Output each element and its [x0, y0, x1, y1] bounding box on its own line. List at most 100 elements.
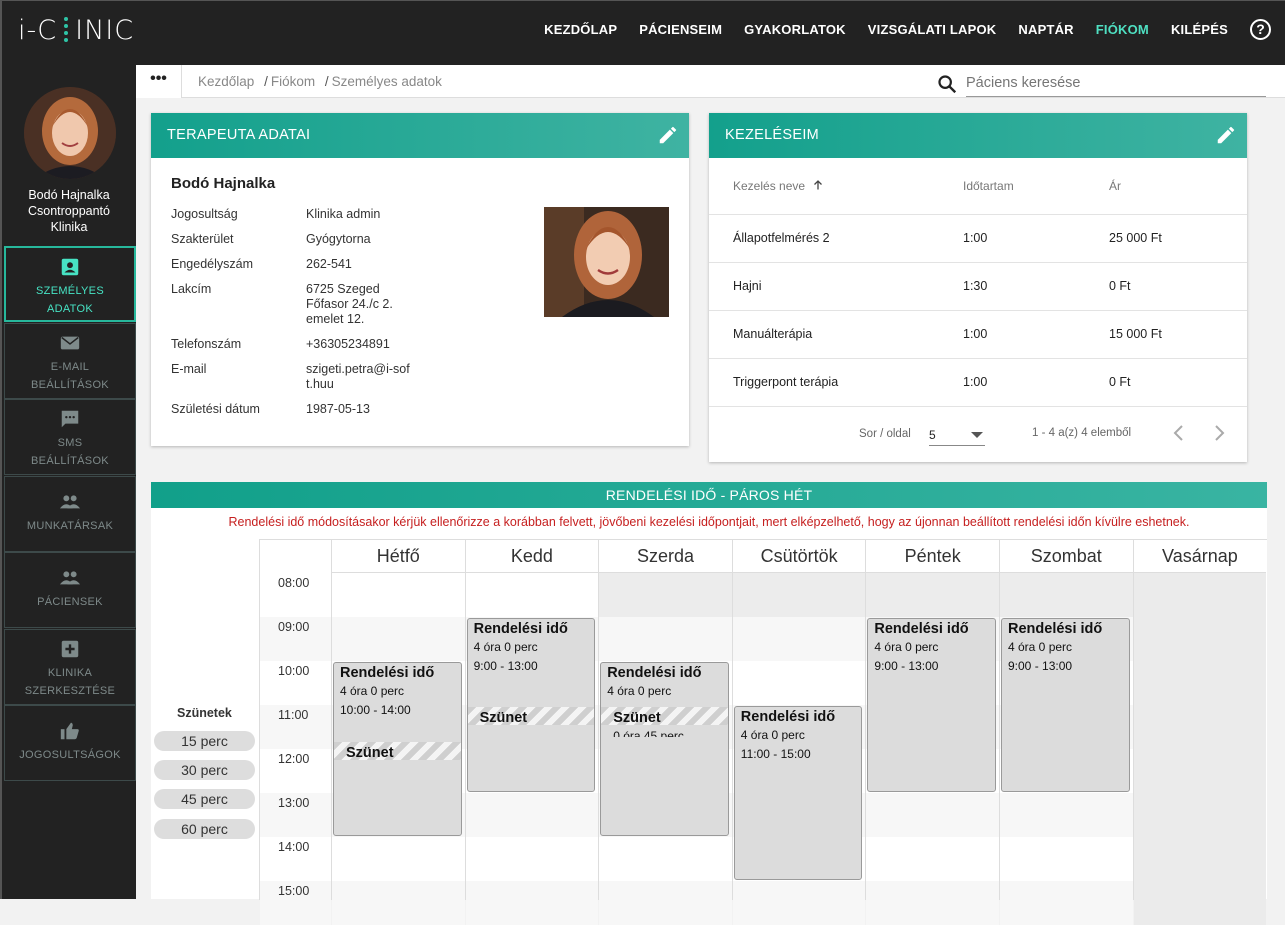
- opening-hours-block[interactable]: Rendelési idő 4 óra 0 perc 10:00 - 14:00 Sz…: [333, 662, 462, 836]
- breadcrumb-kezdolap[interactable]: Kezdőlap: [198, 74, 254, 89]
- break-title: Szünet: [479, 710, 528, 725]
- edit-icon[interactable]: [657, 124, 679, 146]
- nav-naptar[interactable]: NAPTÁR: [1018, 22, 1073, 37]
- block-duration: 4 óra 0 perc: [607, 684, 672, 698]
- edit-icon[interactable]: [1215, 124, 1237, 146]
- help-icon[interactable]: ?: [1250, 19, 1271, 40]
- opening-hours-block[interactable]: Rendelési idő 4 óra 0 perc 9:00 - 13:00: [1001, 618, 1130, 792]
- sidebar-item-klinika-szerkesztese[interactable]: KLINIKA SZERKESZTÉSE: [4, 629, 136, 705]
- rows-per-page-select[interactable]: 5: [929, 424, 985, 446]
- table-row[interactable]: Triggerpont terápia 1:00 0 Ft: [709, 358, 1247, 407]
- nav-kezdolap[interactable]: KEZDŐLAP: [544, 22, 617, 37]
- opening-hours-block[interactable]: Rendelési idő 4 óra 0 perc 9:00 - 13:00 Szü…: [466, 618, 596, 792]
- more-menu-button[interactable]: •••: [136, 65, 182, 98]
- break-pill-15[interactable]: 15 perc: [154, 731, 255, 751]
- block-title: Rendelési idő: [340, 665, 435, 681]
- sidebar-clinic-line2: Klinika: [50, 220, 88, 234]
- column-header-kezeles-neve[interactable]: Kezelés neve: [709, 158, 963, 215]
- time-label: 12:00: [278, 752, 310, 766]
- time-label: 08:00: [278, 576, 310, 590]
- block-duration: 4 óra 0 perc: [1008, 640, 1073, 654]
- break-title: Szünet: [346, 745, 394, 761]
- column-header-ar[interactable]: Ár: [1109, 158, 1247, 215]
- nav-pacienseim[interactable]: PÁCIENSEIM: [639, 22, 722, 37]
- schedule-panel: RENDELÉSI IDŐ - PÁROS HÉT Rendelési idő …: [151, 482, 1267, 925]
- block-hours: 9:00 - 13:00: [473, 659, 538, 673]
- time-label: 10:00: [278, 664, 310, 678]
- therapist-card: TERAPEUTA ADATAI Bodó Hajnalka Jogosults…: [151, 113, 689, 446]
- logo-dots-icon: [59, 15, 73, 45]
- block-title: Rendelési idő: [874, 621, 969, 637]
- search-input[interactable]: [966, 69, 1266, 97]
- breadcrumb: Kezdőlap / Fiókom / Személyes adatok: [198, 74, 442, 89]
- mail-icon: [60, 336, 80, 350]
- chevron-down-icon: [971, 432, 983, 438]
- therapist-card-title: TERAPEUTA ADATAI: [167, 127, 311, 143]
- break-pill-45[interactable]: 45 perc: [154, 789, 255, 809]
- column-header-idotartam[interactable]: Időtartam: [963, 158, 1109, 215]
- sms-icon: [61, 410, 79, 428]
- therapist-photo: [544, 207, 669, 317]
- block-hours: 9:00 - 13:00: [1008, 659, 1073, 673]
- sidebar-item-email-beallitasok[interactable]: E-MAIL BEÁLLÍTÁSOK: [4, 323, 136, 399]
- treatments-table: Kezelés neve Időtartam Ár Állapotfelméré…: [709, 158, 1247, 407]
- rows-per-page-label: Sor / oldal: [859, 428, 911, 440]
- break-block[interactable]: Szünet: [467, 707, 595, 725]
- schedule-warning: Rendelési idő módosításakor kérjük ellen…: [228, 515, 1190, 529]
- block-hours: 11:00 - 15:00: [740, 747, 811, 761]
- table-row[interactable]: Manuálterápia 1:00 15 000 Ft: [709, 310, 1247, 359]
- block-title: Rendelési idő: [607, 665, 702, 681]
- block-duration: 4 óra 0 perc: [740, 728, 805, 742]
- table-row[interactable]: Állapotfelmérés 2 1:00 25 000 Ft: [709, 214, 1247, 263]
- block-duration: 4 óra 0 perc: [473, 640, 538, 654]
- break-block[interactable]: Szünet 0 óra 45 perc: [601, 707, 728, 737]
- day-header: Csütörtök: [732, 540, 866, 573]
- weekly-calendar: 08:00 09:00 10:00 11:00 12:00 13:00 14:00 15:00…: [259, 539, 1267, 925]
- sidebar-item-paciensek[interactable]: PÁCIENSEK: [4, 552, 136, 628]
- table-header-row: Kezelés neve Időtartam Ár: [709, 158, 1247, 215]
- chevron-left-icon[interactable]: [1171, 423, 1187, 443]
- app-logo[interactable]: i-C INIC: [18, 13, 134, 47]
- block-title: Rendelési idő: [1008, 621, 1103, 637]
- sidebar-item-munkatarsak[interactable]: MUNKATÁRSAK: [4, 476, 136, 552]
- opening-hours-block[interactable]: Rendelési idő 4 óra 0 perc Szünet 0 óra 45 …: [600, 662, 729, 836]
- table-row[interactable]: Hajni 1:30 0 Ft: [709, 262, 1247, 311]
- sidebar-user-name: Bodó Hajnalka: [28, 188, 110, 202]
- top-bar: i-C INIC KEZDŐLAP PÁCIENSEIM GYAKORLATOK …: [0, 0, 1285, 65]
- nav-gyakorlatok[interactable]: GYAKORLATOK: [744, 22, 846, 37]
- sidebar-user-info: Bodó Hajnalka Csontroppantó Klinika: [2, 187, 136, 235]
- nav-fiokom[interactable]: FIÓKOM: [1096, 22, 1149, 37]
- break-block[interactable]: Szünet: [334, 742, 461, 761]
- breadcrumb-fiokom[interactable]: Fiókom: [271, 74, 315, 89]
- opening-hours-block[interactable]: Rendelési idő 4 óra 0 perc 11:00 - 15:00: [733, 706, 863, 880]
- block-hours: 9:00 - 13:00: [874, 659, 939, 673]
- chevron-right-icon[interactable]: [1211, 423, 1227, 443]
- break-pill-30[interactable]: 30 perc: [154, 760, 255, 780]
- therapist-card-header: TERAPEUTA ADATAI: [151, 113, 689, 158]
- day-header: Szerda: [599, 540, 732, 573]
- nav-kilepes[interactable]: KILÉPÉS: [1171, 22, 1228, 37]
- treatments-card-header: KEZELÉSEIM: [709, 113, 1247, 158]
- sidebar-item-sms-beallitasok[interactable]: SMS BEÁLLÍTÁSOK: [4, 399, 136, 475]
- block-title: Rendelési idő: [740, 709, 836, 725]
- day-column[interactable]: Vasárnap: [1132, 540, 1267, 925]
- time-label: 09:00: [278, 620, 310, 634]
- opening-hours-block[interactable]: Rendelési idő 4 óra 0 perc 9:00 - 13:00: [867, 618, 996, 792]
- time-label: 14:00: [278, 840, 310, 854]
- block-hours: 10:00 - 14:00: [340, 703, 411, 717]
- avatar[interactable]: [24, 87, 116, 179]
- main-nav: KEZDŐLAP PÁCIENSEIM GYAKORLATOK VIZSGÁLA…: [522, 19, 1271, 40]
- break-pill-60[interactable]: 60 perc: [154, 819, 255, 839]
- search-icon[interactable]: [936, 73, 958, 95]
- sidebar-item-jogosultsagok[interactable]: JOGOSULTSÁGOK: [4, 705, 136, 781]
- plus-box-icon: [61, 640, 79, 658]
- break-duration: 0 óra 45 perc: [613, 729, 684, 737]
- time-column: 08:00 09:00 10:00 11:00 12:00 13:00 14:00 15:00: [259, 540, 331, 925]
- nav-vizsgalati-lapok[interactable]: VIZSGÁLATI LAPOK: [868, 22, 997, 37]
- therapist-name: Bodó Hajnalka: [171, 175, 276, 192]
- people-icon: [59, 571, 81, 585]
- sidebar-item-szemelyes-adatok[interactable]: SZEMÉLYES ADATOK: [4, 246, 136, 322]
- breadcrumb-szemelyes-adatok: Személyes adatok: [331, 74, 442, 89]
- pagination-range: 1 - 4 a(z) 4 elemből: [1032, 427, 1132, 439]
- breaks-title: Szünetek: [177, 706, 232, 720]
